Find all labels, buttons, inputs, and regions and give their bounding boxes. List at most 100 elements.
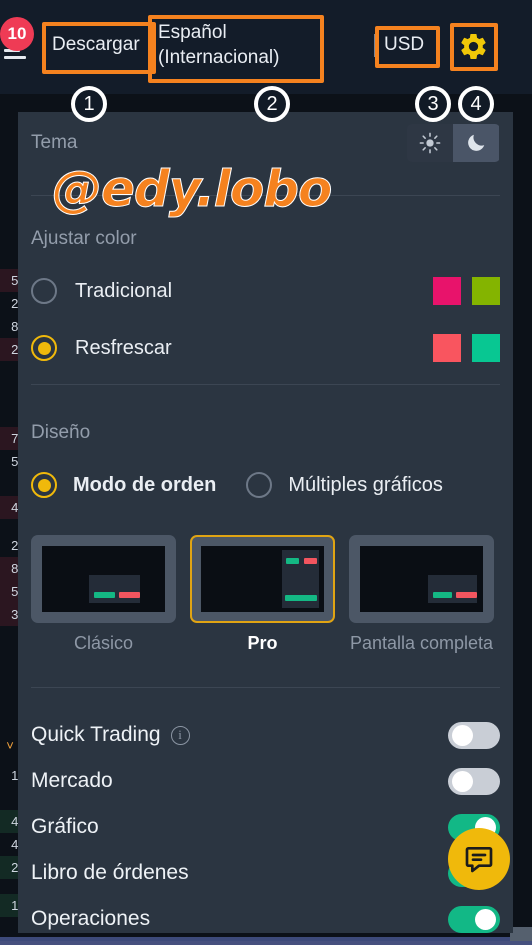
card-caption: Clásico: [73, 633, 134, 653]
orderbook-caret-icon: ˅: [6, 737, 14, 753]
toggle-label: Libro de órdenes: [31, 861, 189, 884]
color-option-resfrescar[interactable]: Resfrescar: [31, 329, 500, 367]
preview-bar-sell: [119, 592, 141, 599]
preview-bar-buy: [284, 594, 317, 601]
toggle-row-quick-trading[interactable]: Quick Trading i: [31, 712, 500, 758]
orderbook-row[interactable]: 8: [0, 557, 20, 580]
orderbook-strip: 5 2 8 2 7 5 4 2 8 5 3 ˅ 1 4 4 2 1 4 4: [0, 94, 20, 939]
annotation-box-2: [148, 15, 324, 83]
toggle-row-grafico[interactable]: Gráfico: [31, 804, 500, 850]
color-swatches: [433, 334, 500, 362]
theme-toggle-group[interactable]: [407, 124, 500, 162]
support-chat-button[interactable]: [448, 828, 510, 890]
layout-card-pantalla-completa[interactable]: Pantalla completa: [349, 535, 494, 654]
swatch-up: [433, 334, 461, 362]
toggle-knob: [452, 770, 473, 792]
theme-option-light[interactable]: [407, 124, 453, 162]
card-preview-fullscreen: [360, 546, 483, 612]
panel-scrollbar[interactable]: [508, 112, 513, 933]
divider: [31, 195, 500, 196]
settings-panel: Tema Ajustar color Tradicional Resfresca…: [18, 112, 513, 933]
orderbook-row[interactable]: 2: [0, 338, 20, 361]
toggle-label: Operaciones: [31, 907, 151, 930]
orderbook-row[interactable]: 2: [0, 292, 20, 315]
color-swatches: [433, 277, 500, 305]
orderbook-row[interactable]: 2: [0, 534, 20, 557]
theme-section-label: Tema: [31, 132, 78, 153]
orderbook-row[interactable]: 5: [0, 580, 20, 603]
annotation-box-3: [375, 26, 440, 68]
toggle-switch-quick-trading[interactable]: [448, 721, 500, 749]
toggle-knob: [452, 724, 473, 746]
color-option-label: Resfrescar: [75, 336, 172, 359]
notification-badge[interactable]: 10: [0, 17, 34, 51]
moon-icon: [468, 134, 485, 151]
layout-mode-label: Modo de orden: [73, 473, 217, 496]
sun-icon: [419, 132, 441, 154]
toggle-switch-operaciones[interactable]: [448, 905, 500, 933]
card-caption: Pantalla completa: [349, 633, 494, 653]
layout-card-clasico[interactable]: Clásico: [31, 535, 176, 654]
layout-card-group: Clásico Pro Pantalla completa: [31, 535, 494, 654]
layout-card-pro[interactable]: Pro: [190, 535, 335, 654]
orderbook-row[interactable]: 4: [0, 810, 20, 833]
color-option-tradicional[interactable]: Tradicional: [31, 272, 500, 310]
toggle-row-operaciones[interactable]: Operaciones: [31, 896, 500, 933]
card-frame: [349, 535, 494, 623]
app-bottom-bar-inner: [0, 941, 532, 945]
annotation-marker-1: 1: [71, 86, 107, 122]
preview-bar-sell: [455, 592, 477, 599]
color-option-label: Tradicional: [75, 279, 173, 302]
orderbook-row[interactable]: 1: [0, 894, 20, 917]
preview-bar-buy: [93, 592, 115, 599]
orderbook-row[interactable]: 2: [0, 856, 20, 879]
toggle-label: Mercado: [31, 769, 113, 792]
annotation-box-4: [450, 23, 498, 71]
orderbook-row[interactable]: 3: [0, 603, 20, 626]
orderbook-row[interactable]: 8: [0, 315, 20, 338]
preview-bar-buy: [285, 557, 300, 564]
orderbook-row[interactable]: 4: [0, 496, 20, 519]
card-preview-pro: [201, 546, 324, 612]
preview-bar-buy: [432, 592, 453, 599]
swatch-down: [472, 334, 500, 362]
chat-bubble-icon: [465, 847, 493, 873]
swatch-up: [433, 277, 461, 305]
divider: [31, 384, 500, 385]
swatch-down: [472, 277, 500, 305]
orderbook-row[interactable]: 4: [0, 833, 20, 856]
orderbook-row[interactable]: 7: [0, 427, 20, 450]
card-preview-classic: [42, 546, 165, 612]
annotation-marker-4: 4: [458, 86, 494, 122]
toggle-label: Gráfico: [31, 815, 99, 838]
radio-multiples-graficos[interactable]: [246, 472, 273, 498]
radio-resfrescar[interactable]: [31, 335, 57, 361]
toggle-row-libro-de-ordenes[interactable]: Libro de órdenes: [31, 850, 500, 896]
orderbook-row[interactable]: 5: [0, 450, 20, 473]
toggle-label: Quick Trading: [31, 723, 161, 746]
orderbook-row[interactable]: 5: [0, 269, 20, 292]
preview-bar-sell: [304, 557, 317, 564]
toggle-switch-mercado[interactable]: [448, 767, 500, 795]
annotation-marker-3: 3: [415, 86, 451, 122]
screen-root: 5 2 8 2 7 5 4 2 8 5 3 ˅ 1 4 4 2 1 4 4 10: [0, 0, 532, 945]
card-frame: [31, 535, 176, 623]
theme-option-dark[interactable]: [453, 124, 499, 162]
radio-modo-de-orden[interactable]: [31, 472, 57, 498]
preview-panel: [88, 575, 141, 603]
layout-section-label: Diseño: [31, 422, 91, 443]
card-caption: Pro: [247, 633, 278, 653]
layout-mode-group: Modo de orden Múltiples gráficos: [31, 472, 443, 498]
toggle-row-mercado[interactable]: Mercado: [31, 758, 500, 804]
color-section-label: Ajustar color: [31, 228, 137, 249]
layout-mode-label: Múltiples gráficos: [288, 473, 443, 496]
divider: [31, 687, 500, 688]
annotation-marker-2: 2: [254, 86, 290, 122]
annotation-box-1: [42, 22, 156, 74]
radio-tradicional[interactable]: [31, 278, 57, 304]
bottom-right-corner-widget[interactable]: [510, 927, 532, 941]
preview-panel: [427, 575, 477, 603]
info-icon[interactable]: i: [170, 725, 190, 745]
toggle-knob: [475, 908, 496, 930]
orderbook-row[interactable]: 1: [0, 764, 20, 787]
